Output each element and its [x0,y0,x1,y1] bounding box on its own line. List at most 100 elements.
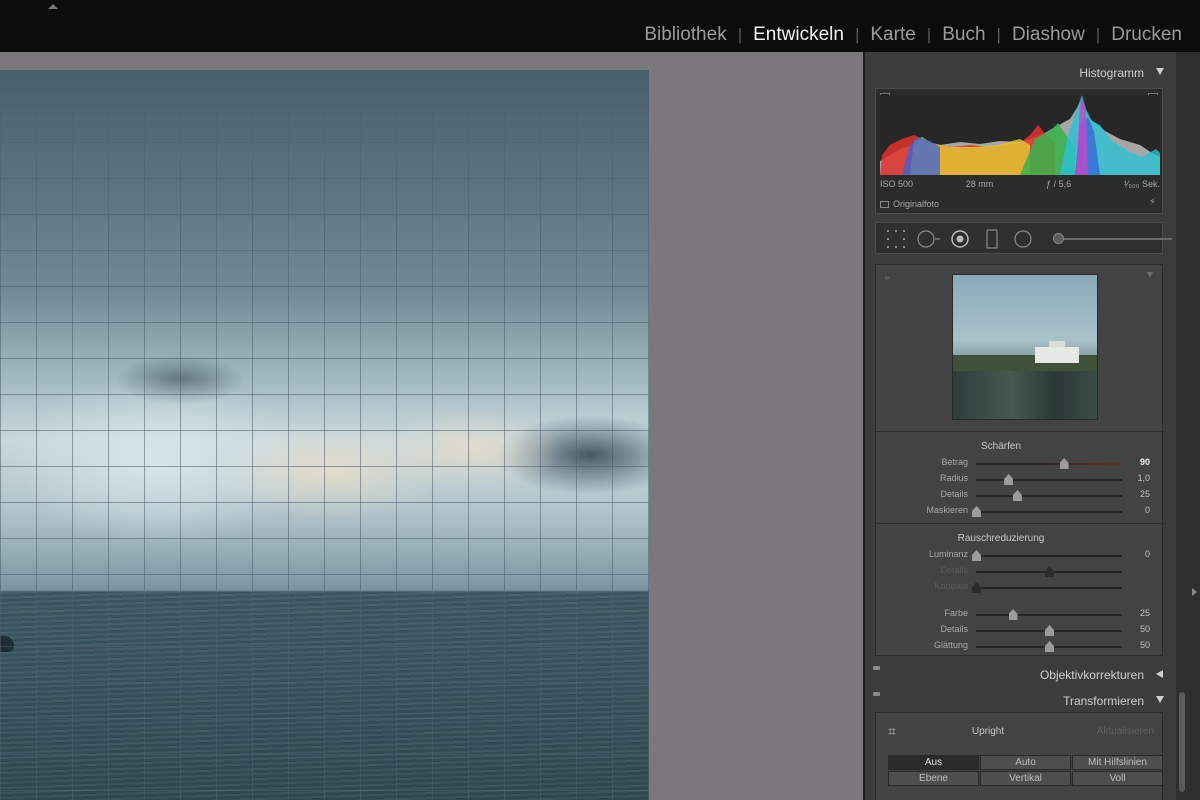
module-picker: Bibliothek | Entwickeln | Karte | Buch | Diashow… [644,24,1182,46]
original-label: Originalfoto [893,199,940,209]
slider-value[interactable]: 25 [1120,608,1150,618]
slider-knob[interactable] [1045,641,1054,652]
scrollbar-thumb[interactable] [1179,692,1185,792]
original-checkbox[interactable] [880,200,889,208]
slider-row-kontrast[interactable]: Kontrast [876,579,1164,595]
panel-switch-icon[interactable] [873,692,880,696]
slider-label: Maskieren [926,505,968,515]
module-separator: | [1095,25,1101,44]
aperture-value: ƒ / 5,6 [1046,179,1072,189]
photo-canvas[interactable] [0,52,863,800]
upright-button-ebene[interactable]: Ebene [888,771,979,786]
update-button[interactable]: Aktualisieren [1097,726,1154,737]
slider-knob[interactable] [972,550,981,561]
slider-knob[interactable] [1045,566,1054,577]
module-separator: | [926,25,932,44]
slider-value[interactable]: 25 [1120,489,1150,499]
upright-button-aus[interactable]: Aus [888,755,979,770]
upright-buttons: Aus Auto Mit Hilfslinien Ebene Vertikal Voll [888,755,1164,786]
upright-button-voll[interactable]: Voll [1072,771,1163,786]
module-karte[interactable]: Karte [870,24,915,46]
target-adjust-icon[interactable]: ⌖ [884,273,890,284]
slider-value[interactable]: 90 [1120,457,1150,467]
panel-switch-icon[interactable] [873,666,880,670]
focal-length: 28 mm [965,179,994,189]
slider-row-maskieren[interactable]: Maskieren 0 [876,503,1164,519]
brush-slider-track[interactable] [1056,238,1172,240]
slider-row-details[interactable]: Details 50 [876,622,1164,638]
exif-info: ISO 500 28 mm ƒ / 5,6 ¹⁄₆₀₀ Sek. [880,179,1160,189]
slider-knob[interactable] [1059,458,1069,469]
slider-label: Kontrast [934,581,968,591]
transform-title: Transformieren [1063,694,1144,708]
brush-slider-knob[interactable] [1053,233,1064,244]
slider-track[interactable] [976,614,1122,616]
transform-panel: ⌗ Upright Aktualisieren Aus Auto Mit Hilfs… [875,712,1163,800]
expand-right-icon[interactable] [1192,588,1197,596]
panel-scrollbar[interactable] [1176,52,1200,800]
lens-corrections-title: Objektivkorrekturen [1039,668,1144,682]
slider-track[interactable] [976,555,1122,557]
slider-value[interactable]: 50 [1120,640,1150,650]
slider-track[interactable] [976,495,1122,497]
slider-value[interactable]: 1,0 [1120,473,1150,483]
upright-button-auto[interactable]: Auto [980,755,1071,770]
preview-cliff [953,371,1097,419]
original-photo-toggle[interactable]: Originalfoto [880,199,939,209]
slider-row-details[interactable]: Details 25 [876,487,1164,503]
module-entwickeln[interactable]: Entwickeln [753,24,844,46]
bolt-icon: ⚡ [1148,197,1156,208]
iso-value: ISO 500 [880,179,914,189]
divider [876,431,1164,432]
module-buch[interactable]: Buch [942,24,985,46]
slider-row-glättung[interactable]: Glättung 50 [876,638,1164,654]
expand-icon[interactable] [1156,670,1163,678]
preview-house [1035,347,1079,363]
collapse-icon[interactable] [1156,696,1164,703]
slider-track[interactable] [976,479,1122,481]
slider-knob[interactable] [972,582,981,593]
histogram-panel[interactable]: ISO 500 28 mm ƒ / 5,6 ¹⁄₆₀₀ Sek. Origina… [875,88,1163,214]
upright-button-mit-hilfslinien[interactable]: Mit Hilfslinien [1072,755,1163,770]
photo-image[interactable] [0,70,649,800]
slider-row-luminanz[interactable]: Luminanz 0 [876,547,1164,563]
module-bibliothek[interactable]: Bibliothek [644,24,726,46]
radial-filter-icon[interactable] [1012,229,1034,249]
slider-knob[interactable] [1045,625,1054,636]
slider-track[interactable] [976,587,1122,589]
slider-knob[interactable] [1012,490,1022,501]
module-separator: | [737,25,743,44]
upright-button-vertikal[interactable]: Vertikal [980,771,1071,786]
upright-label: Upright [971,726,1005,737]
spot-removal-icon[interactable] [916,229,944,249]
slider-row-radius[interactable]: Radius 1,0 [876,471,1164,487]
graduated-filter-icon[interactable] [982,229,1002,249]
slider-label: Details [940,489,968,499]
slider-value[interactable]: 50 [1120,624,1150,634]
slider-row-details[interactable]: Details [876,563,1164,579]
slider-knob[interactable] [972,506,981,517]
module-diashow[interactable]: Diashow [1012,24,1085,46]
red-eye-icon[interactable] [950,229,970,249]
detail-panel: ⌖ Schärfen Betrag 90 Radius 1,0 Details 25 Mas… [875,264,1164,656]
slider-value[interactable]: 0 [1120,549,1150,559]
module-drucken[interactable]: Drucken [1111,24,1182,46]
detail-preview[interactable] [952,274,1098,420]
slider-value[interactable]: 0 [1120,505,1150,515]
histogram-header[interactable]: Histogramm [867,56,1174,88]
collapse-icon[interactable] [1156,68,1164,75]
slider-track[interactable] [976,463,1122,465]
slider-label: Details [940,624,968,634]
sharpen-title: Schärfen [980,441,1022,452]
slider-row-farbe[interactable]: Farbe 25 [876,606,1164,622]
slider-label: Betrag [941,457,968,467]
module-separator: | [996,25,1001,44]
crop-overlay-icon[interactable] [886,229,908,249]
slider-knob[interactable] [1008,609,1018,620]
collapse-top-panel-icon[interactable] [48,4,58,9]
detail-collapse-icon[interactable] [1147,272,1153,278]
slider-knob[interactable] [1004,474,1014,485]
slider-row-betrag[interactable]: Betrag 90 [876,455,1164,471]
slider-track[interactable] [976,511,1122,513]
noise-reduction-title: Rauschreduzierung [957,533,1045,544]
